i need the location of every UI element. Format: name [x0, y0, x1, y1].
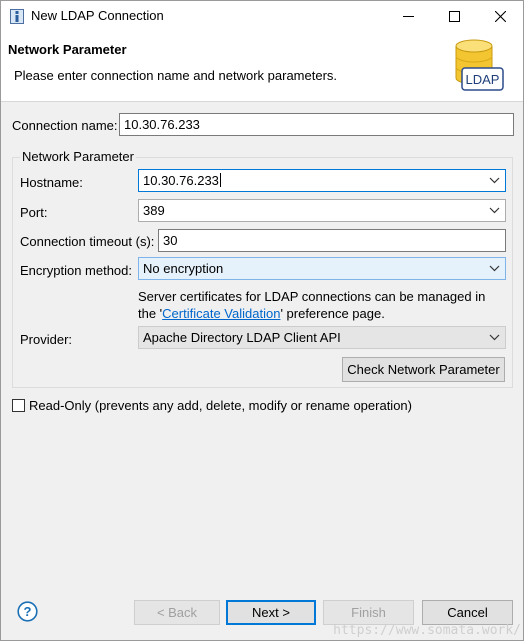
finish-button[interactable]: Finish	[323, 600, 414, 625]
minimize-icon	[402, 15, 414, 17]
page-description: Please enter connection name and network…	[14, 68, 338, 83]
window-title: New LDAP Connection	[31, 8, 164, 23]
ldap-logo-text: LDAP	[466, 72, 500, 87]
dialog-window: New LDAP Connection Network Parameter Pl…	[0, 0, 524, 641]
maximize-button[interactable]	[431, 1, 477, 31]
minimize-button[interactable]	[385, 1, 431, 31]
connection-name-label: Connection name:	[12, 118, 118, 133]
back-button[interactable]: < Back	[134, 600, 220, 625]
check-network-parameter-button[interactable]: Check Network Parameter	[342, 357, 505, 382]
connection-timeout-input[interactable]: 30	[158, 229, 506, 252]
provider-label: Provider:	[20, 332, 73, 347]
certificate-note-suffix: ' preference page.	[280, 306, 385, 321]
connection-timeout-label: Connection timeout (s):	[20, 234, 155, 249]
page-title: Network Parameter	[8, 42, 127, 57]
provider-value: Apache Directory LDAP Client API	[143, 330, 341, 345]
hostname-label: Hostname:	[20, 175, 83, 190]
chevron-down-icon	[489, 334, 500, 341]
app-icon	[10, 9, 24, 24]
watermark: https://www.somata.work/	[333, 623, 521, 638]
hostname-combo[interactable]: 10.30.76.233	[138, 169, 506, 192]
network-parameter-group-title: Network Parameter	[20, 149, 136, 164]
ldap-database-icon: LDAP	[455, 39, 504, 91]
encryption-method-combo[interactable]: No encryption	[138, 257, 506, 280]
certificate-note-line2: the 'Certificate Validation' preference …	[138, 306, 385, 321]
port-combo[interactable]: 389	[138, 199, 506, 222]
provider-combo[interactable]: Apache Directory LDAP Client API	[138, 326, 506, 349]
wizard-header: Network Parameter Please enter connectio…	[1, 31, 523, 102]
chevron-down-icon	[489, 207, 500, 214]
close-icon	[494, 10, 506, 22]
certificate-note-prefix: the '	[138, 306, 163, 321]
text-cursor	[219, 173, 221, 187]
port-label: Port:	[20, 205, 48, 220]
hostname-value: 10.30.76.233	[143, 173, 219, 188]
port-value: 389	[143, 203, 165, 218]
next-button[interactable]: Next >	[226, 600, 316, 625]
help-icon[interactable]: ?	[17, 601, 38, 622]
title-bar: New LDAP Connection	[1, 1, 523, 31]
connection-name-value: 10.30.76.233	[124, 117, 200, 132]
close-button[interactable]	[477, 1, 523, 31]
encryption-method-label: Encryption method:	[20, 263, 133, 278]
cancel-button[interactable]: Cancel	[422, 600, 513, 625]
chevron-down-icon	[489, 265, 500, 272]
maximize-icon	[448, 10, 460, 22]
certificate-note-line1: Server certificates for LDAP connections…	[138, 289, 486, 304]
certificate-validation-link[interactable]: Certificate Validation	[162, 306, 280, 321]
read-only-label[interactable]: Read-Only (prevents any add, delete, mod…	[29, 398, 412, 413]
svg-text:?: ?	[24, 604, 32, 619]
read-only-checkbox[interactable]	[12, 399, 25, 412]
connection-name-input[interactable]: 10.30.76.233	[119, 113, 514, 136]
encryption-method-value: No encryption	[143, 261, 224, 276]
chevron-down-icon	[489, 177, 500, 184]
connection-timeout-value: 30	[163, 233, 178, 248]
